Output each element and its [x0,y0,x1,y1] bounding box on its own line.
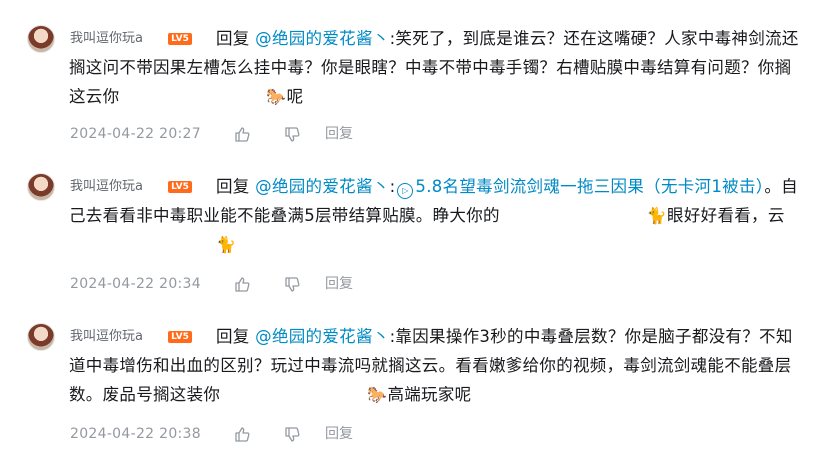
thumbs-up-icon[interactable] [234,276,250,292]
reply-prefix: 回复 [216,29,250,48]
timestamp: 2024-04-22 20:38 [70,426,201,442]
comment-text: 回复 @绝园的爱花酱丶:靠因果操作3秒的中毒叠层数？你是脑子都没有？不知道中毒增… [69,322,799,409]
video-link[interactable]: ▷ 5.8名望毒剑流剑魂一拖三因果（无卡河1被击） [395,177,765,199]
mention-link[interactable]: @绝园的爱花酱丶 [255,177,389,196]
timestamp: 2024-04-22 20:27 [70,126,201,142]
horse-emoji-icon: 🐎 [266,87,287,106]
cat-emoji-icon: 🐈 [216,235,237,254]
video-link-text: 5.8名望毒剑流剑魂一拖三因果（无卡河1被击） [415,177,765,196]
avatar[interactable] [27,323,55,351]
comment-body-end: 高端玩家呢 [387,385,472,404]
thumbs-up-icon[interactable] [234,426,250,442]
thumbs-down-icon[interactable] [284,427,300,443]
avatar[interactable] [27,173,55,201]
horse-emoji-icon: 🐎 [367,385,388,404]
reply-button[interactable]: 回复 [325,425,353,443]
reply-button[interactable]: 回复 [325,275,353,293]
thumbs-up-icon[interactable] [234,126,250,142]
thumbs-down-icon[interactable] [284,127,300,143]
reply-button[interactable]: 回复 [325,125,353,143]
cat-emoji-icon: 🐈 [646,206,668,225]
mention-link[interactable]: @绝园的爱花酱丶 [255,29,389,48]
comment-body-middle: 眼好好看看，云 [667,206,785,225]
avatar[interactable] [27,25,55,53]
comment-body-end: 呢 [286,87,304,106]
reply-prefix: 回复 [216,327,250,346]
play-circle-icon: ▷ [397,183,414,199]
timestamp: 2024-04-22 20:34 [70,276,201,292]
comment-text: 回复 @绝园的爱花酱丶: ▷ 5.8名望毒剑流剑魂一拖三因果（无卡河1被击）。自己去… [69,172,799,259]
mention-link[interactable]: @绝园的爱花酱丶 [255,327,389,346]
thumbs-down-icon[interactable] [284,277,300,293]
reply-prefix: 回复 [216,177,250,196]
comment-text: 回复 @绝园的爱花酱丶:笑死了，到底是谁云？还在这嘴硬？人家中毒神剑流还搁这问不… [69,24,799,111]
